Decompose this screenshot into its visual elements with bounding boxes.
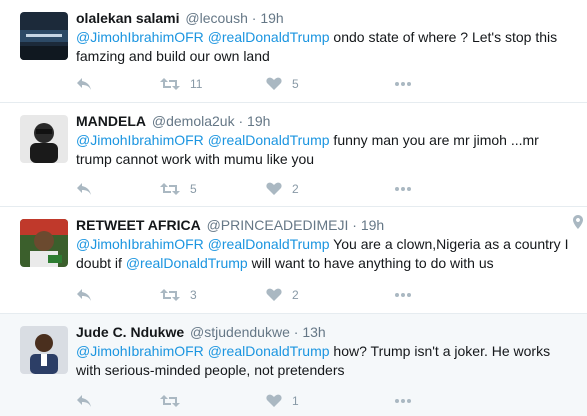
- heart-icon: [266, 77, 282, 91]
- like-button[interactable]: 1: [266, 391, 299, 411]
- avatar[interactable]: [20, 115, 68, 163]
- retweet-icon: [160, 182, 180, 196]
- mention-link[interactable]: @JimohIbrahimOFR: [76, 29, 204, 45]
- like-button[interactable]: 5: [266, 74, 299, 94]
- tweet-text: @JimohIbrahimOFR @realDonaldTrump ondo s…: [76, 28, 576, 66]
- mention-link[interactable]: @realDonaldTrump: [208, 132, 330, 148]
- heart-icon: [266, 182, 282, 196]
- more-button[interactable]: [394, 74, 412, 94]
- like-count: 2: [292, 182, 299, 196]
- tweet[interactable]: MANDELA @demola2uk · 19h @JimohIbrahimOF…: [0, 103, 587, 207]
- retweet-count: 3: [190, 288, 197, 302]
- more-button[interactable]: [394, 391, 412, 411]
- tweet-text: @JimohIbrahimOFR @realDonaldTrump funny …: [76, 131, 576, 169]
- reply-button[interactable]: [76, 285, 92, 305]
- tweet[interactable]: olalekan salami @lecoush · 19h @JimohIbr…: [0, 0, 587, 103]
- tweet-header: Jude C. Ndukwe @stjudendukwe · 13h: [76, 323, 326, 341]
- user-handle[interactable]: @demola2uk: [152, 113, 235, 129]
- more-icon: [394, 398, 412, 404]
- timestamp[interactable]: 13h: [302, 324, 325, 340]
- avatar[interactable]: [20, 219, 68, 267]
- retweet-icon: [160, 288, 180, 302]
- separator: ·: [293, 324, 299, 340]
- heart-icon: [266, 288, 282, 302]
- tweet-text: @JimohIbrahimOFR @realDonaldTrump You ar…: [76, 235, 576, 273]
- reply-icon: [76, 77, 92, 91]
- like-button[interactable]: 2: [266, 179, 299, 199]
- mention-link[interactable]: @realDonaldTrump: [126, 255, 248, 271]
- like-count: 5: [292, 77, 299, 91]
- mention-link[interactable]: @realDonaldTrump: [208, 343, 330, 359]
- tweet-header: RETWEET AFRICA @PRINCEADEDIMEJI · 19h: [76, 216, 384, 234]
- mention-link[interactable]: @realDonaldTrump: [208, 29, 330, 45]
- more-button[interactable]: [394, 179, 412, 199]
- user-handle[interactable]: @PRINCEADEDIMEJI: [207, 217, 349, 233]
- mention-link[interactable]: @JimohIbrahimOFR: [76, 343, 204, 359]
- reply-icon: [76, 288, 92, 302]
- tweet-text: @JimohIbrahimOFR @realDonaldTrump how? T…: [76, 342, 576, 380]
- avatar[interactable]: [20, 12, 68, 60]
- mention-link[interactable]: @realDonaldTrump: [208, 236, 330, 252]
- tweet-header: MANDELA @demola2uk · 19h: [76, 112, 270, 130]
- retweet-count: 5: [190, 182, 197, 196]
- display-name[interactable]: Jude C. Ndukwe: [76, 324, 184, 340]
- retweet-button[interactable]: 3: [160, 285, 197, 305]
- user-handle[interactable]: @lecoush: [185, 10, 247, 26]
- timestamp[interactable]: 19h: [247, 113, 270, 129]
- user-handle[interactable]: @stjudendukwe: [190, 324, 290, 340]
- retweet-button[interactable]: 5: [160, 179, 197, 199]
- reply-button[interactable]: [76, 391, 92, 411]
- display-name[interactable]: olalekan salami: [76, 10, 180, 26]
- reply-icon: [76, 394, 92, 408]
- more-button[interactable]: [394, 285, 412, 305]
- separator: ·: [251, 10, 257, 26]
- display-name[interactable]: MANDELA: [76, 113, 146, 129]
- like-count: 1: [292, 394, 299, 408]
- display-name[interactable]: RETWEET AFRICA: [76, 217, 201, 233]
- avatar[interactable]: [20, 326, 68, 374]
- retweet-button[interactable]: 11: [160, 74, 202, 94]
- retweet-button[interactable]: [160, 391, 190, 411]
- reply-button[interactable]: [76, 74, 92, 94]
- retweet-icon: [160, 394, 180, 408]
- mention-link[interactable]: @JimohIbrahimOFR: [76, 236, 204, 252]
- timestamp[interactable]: 19h: [260, 10, 283, 26]
- separator: ·: [352, 217, 357, 233]
- tweet[interactable]: Jude C. Ndukwe @stjudendukwe · 13h @Jimo…: [0, 314, 587, 416]
- more-icon: [394, 81, 412, 87]
- tweet[interactable]: RETWEET AFRICA @PRINCEADEDIMEJI · 19h @J…: [0, 207, 587, 314]
- more-icon: [394, 186, 412, 192]
- like-count: 2: [292, 288, 299, 302]
- tweet-body-end: will want to have anything to do with us: [247, 255, 494, 271]
- retweet-count: 11: [190, 77, 203, 91]
- reply-button[interactable]: [76, 179, 92, 199]
- like-button[interactable]: 2: [266, 285, 299, 305]
- mention-link[interactable]: @JimohIbrahimOFR: [76, 132, 204, 148]
- heart-icon: [266, 394, 282, 408]
- tweet-header: olalekan salami @lecoush · 19h: [76, 9, 284, 27]
- separator: ·: [238, 113, 244, 129]
- timestamp[interactable]: 19h: [361, 217, 384, 233]
- location-pin-icon[interactable]: [573, 215, 583, 234]
- more-icon: [394, 292, 412, 298]
- reply-icon: [76, 182, 92, 196]
- retweet-icon: [160, 77, 180, 91]
- tweet-feed: olalekan salami @lecoush · 19h @JimohIbr…: [0, 0, 587, 416]
